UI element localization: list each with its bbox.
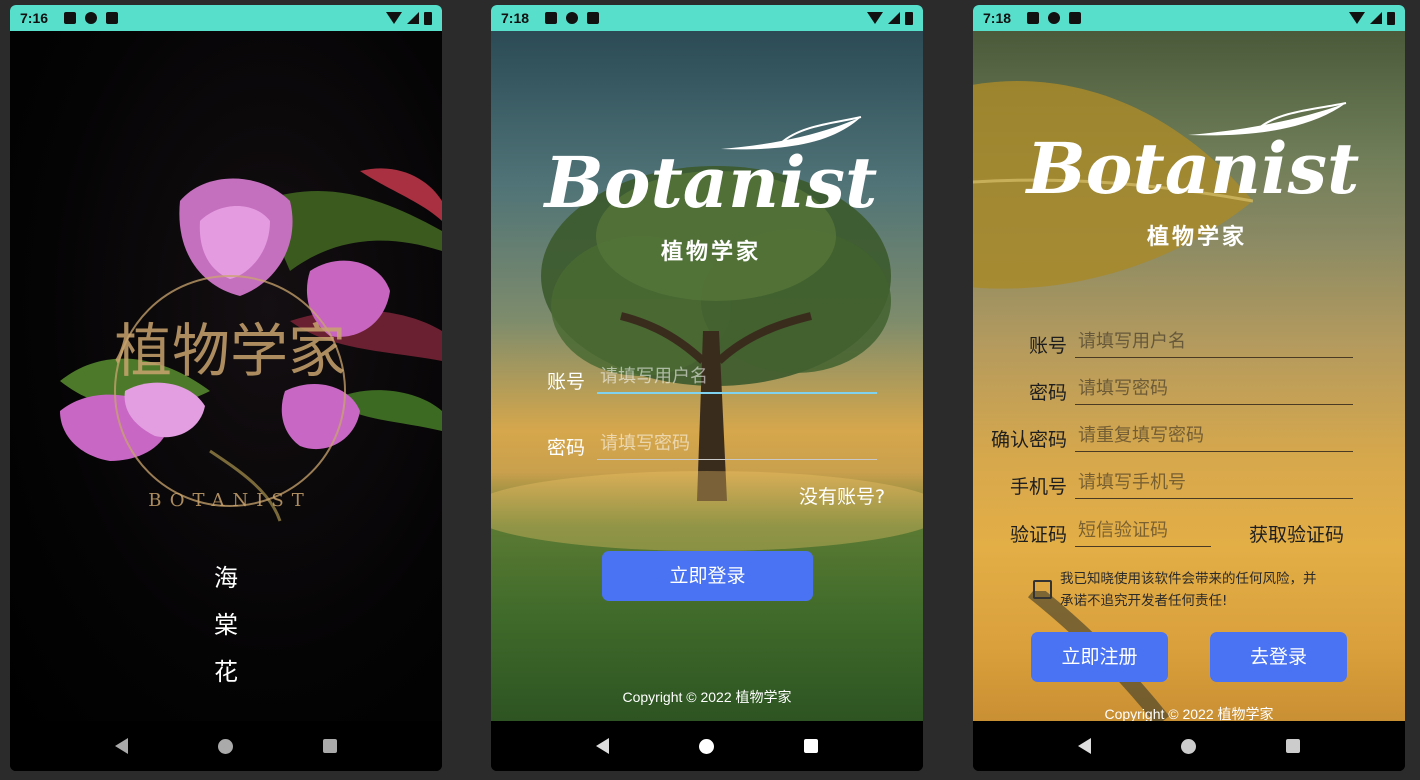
- wifi-icon: [1349, 12, 1365, 24]
- battery-icon: [905, 11, 913, 25]
- code-input[interactable]: [1075, 520, 1211, 547]
- signal-icon: [888, 12, 900, 24]
- sd-card-icon: [1069, 12, 1082, 24]
- status-bar: 7:18: [973, 5, 1405, 31]
- recent-apps-icon[interactable]: [1286, 739, 1300, 753]
- login-screen: Botanist 植物学家 账号 密码 没有账号? 立即登录 Copyright…: [491, 31, 923, 721]
- register-password-label: 密码: [1028, 382, 1067, 404]
- login-button[interactable]: 立即登录: [602, 551, 813, 601]
- login-phone: 7:18 Botanist 植物学家 账号 请填写用户名 密码 没有账号? 立即…: [491, 5, 923, 771]
- agree-text-line-1: 我已知晓使用该软件会带来的任何风险，并: [1060, 571, 1317, 587]
- p-icon: [1048, 12, 1061, 24]
- register-account-label: 账号: [1028, 335, 1067, 357]
- account-input[interactable]: [597, 366, 877, 394]
- battery-icon: [1387, 11, 1395, 25]
- phone-label: 手机号: [1009, 476, 1067, 498]
- wifi-icon: [867, 12, 883, 24]
- logo-subtitle: 植物学家: [1146, 225, 1247, 250]
- splash-logo-ring-text: BOTANIST: [148, 490, 312, 511]
- get-code-button[interactable]: 获取验证码: [1249, 520, 1344, 547]
- splash-phone: 7:16 植物学家 BOTANIST 海 棠 花: [10, 5, 442, 771]
- home-icon[interactable]: [699, 738, 714, 754]
- status-bar: 7:16: [10, 5, 442, 31]
- agree-checkbox[interactable]: [1033, 580, 1052, 599]
- back-icon[interactable]: [115, 738, 128, 754]
- status-time: 7:18: [983, 10, 1012, 26]
- code-row: 验证码: [983, 520, 1211, 547]
- register-phone: 7:18 Botanist 植物学家 账号 密码: [973, 5, 1405, 771]
- phone-input[interactable]: [1075, 472, 1353, 499]
- agree-text-line-2: 承诺不追究开发者任何责任!: [1060, 593, 1228, 609]
- password-row: 密码: [539, 433, 877, 460]
- home-icon[interactable]: [1181, 738, 1196, 754]
- register-button[interactable]: 立即注册: [1031, 632, 1168, 682]
- no-account-link[interactable]: 没有账号?: [799, 482, 885, 509]
- sd-card-icon: [106, 12, 119, 24]
- p-icon: [566, 12, 579, 24]
- recent-apps-icon[interactable]: [323, 739, 337, 753]
- a-icon: [64, 12, 77, 24]
- a-icon: [1027, 12, 1040, 24]
- account-row: 账号: [539, 366, 877, 394]
- logo-script: Botanist: [544, 141, 878, 224]
- register-account-row: 账号: [983, 331, 1353, 358]
- a-icon: [545, 12, 558, 24]
- battery-icon: [424, 11, 432, 25]
- splash-screen: 植物学家 BOTANIST 海 棠 花: [10, 31, 442, 721]
- phone-row: 手机号: [983, 472, 1353, 499]
- splash-char-3: 花: [214, 658, 238, 686]
- password-input[interactable]: [597, 433, 877, 460]
- code-label: 验证码: [1009, 524, 1067, 546]
- p-icon: [85, 12, 98, 24]
- register-password-input[interactable]: [1075, 378, 1353, 405]
- back-icon[interactable]: [596, 738, 609, 754]
- register-account-input[interactable]: [1075, 331, 1353, 358]
- agree-text: 我已知晓使用该软件会带来的任何风险，并 承诺不追究开发者任何责任!: [1060, 568, 1360, 612]
- splash-char-2: 棠: [214, 611, 238, 639]
- password-label: 密码: [546, 437, 585, 459]
- confirm-password-row: 确认密码: [983, 425, 1353, 452]
- home-icon[interactable]: [218, 738, 233, 754]
- splash-char-1: 海: [214, 564, 238, 592]
- status-bar: 7:18: [491, 5, 923, 31]
- recent-apps-icon[interactable]: [804, 739, 818, 753]
- flower-illustration: 植物学家 BOTANIST: [60, 168, 442, 522]
- signal-icon: [1370, 12, 1382, 24]
- confirm-password-label: 确认密码: [990, 429, 1067, 451]
- goto-login-button[interactable]: 去登录: [1210, 632, 1347, 682]
- nav-bar: [973, 721, 1405, 771]
- copyright: Copyright © 2022 植物学家: [1104, 706, 1274, 721]
- confirm-password-input[interactable]: [1075, 425, 1353, 452]
- logo-script: Botanist: [1026, 127, 1360, 210]
- wifi-icon: [386, 12, 402, 24]
- nav-bar: [491, 721, 923, 771]
- back-icon[interactable]: [1078, 738, 1091, 754]
- signal-icon: [407, 12, 419, 24]
- sd-card-icon: [587, 12, 600, 24]
- register-password-row: 密码: [983, 378, 1353, 405]
- account-label: 账号: [546, 371, 585, 393]
- status-time: 7:18: [501, 10, 530, 26]
- splash-logo-chars: 植物学家: [114, 317, 346, 385]
- register-screen: Botanist 植物学家 账号 密码 确认密码 手机号 验证码 获取验证码 我…: [973, 31, 1405, 721]
- status-time: 7:16: [20, 10, 49, 26]
- copyright: Copyright © 2022 植物学家: [622, 689, 792, 705]
- nav-bar: [10, 721, 442, 771]
- logo-subtitle: 植物学家: [660, 240, 761, 265]
